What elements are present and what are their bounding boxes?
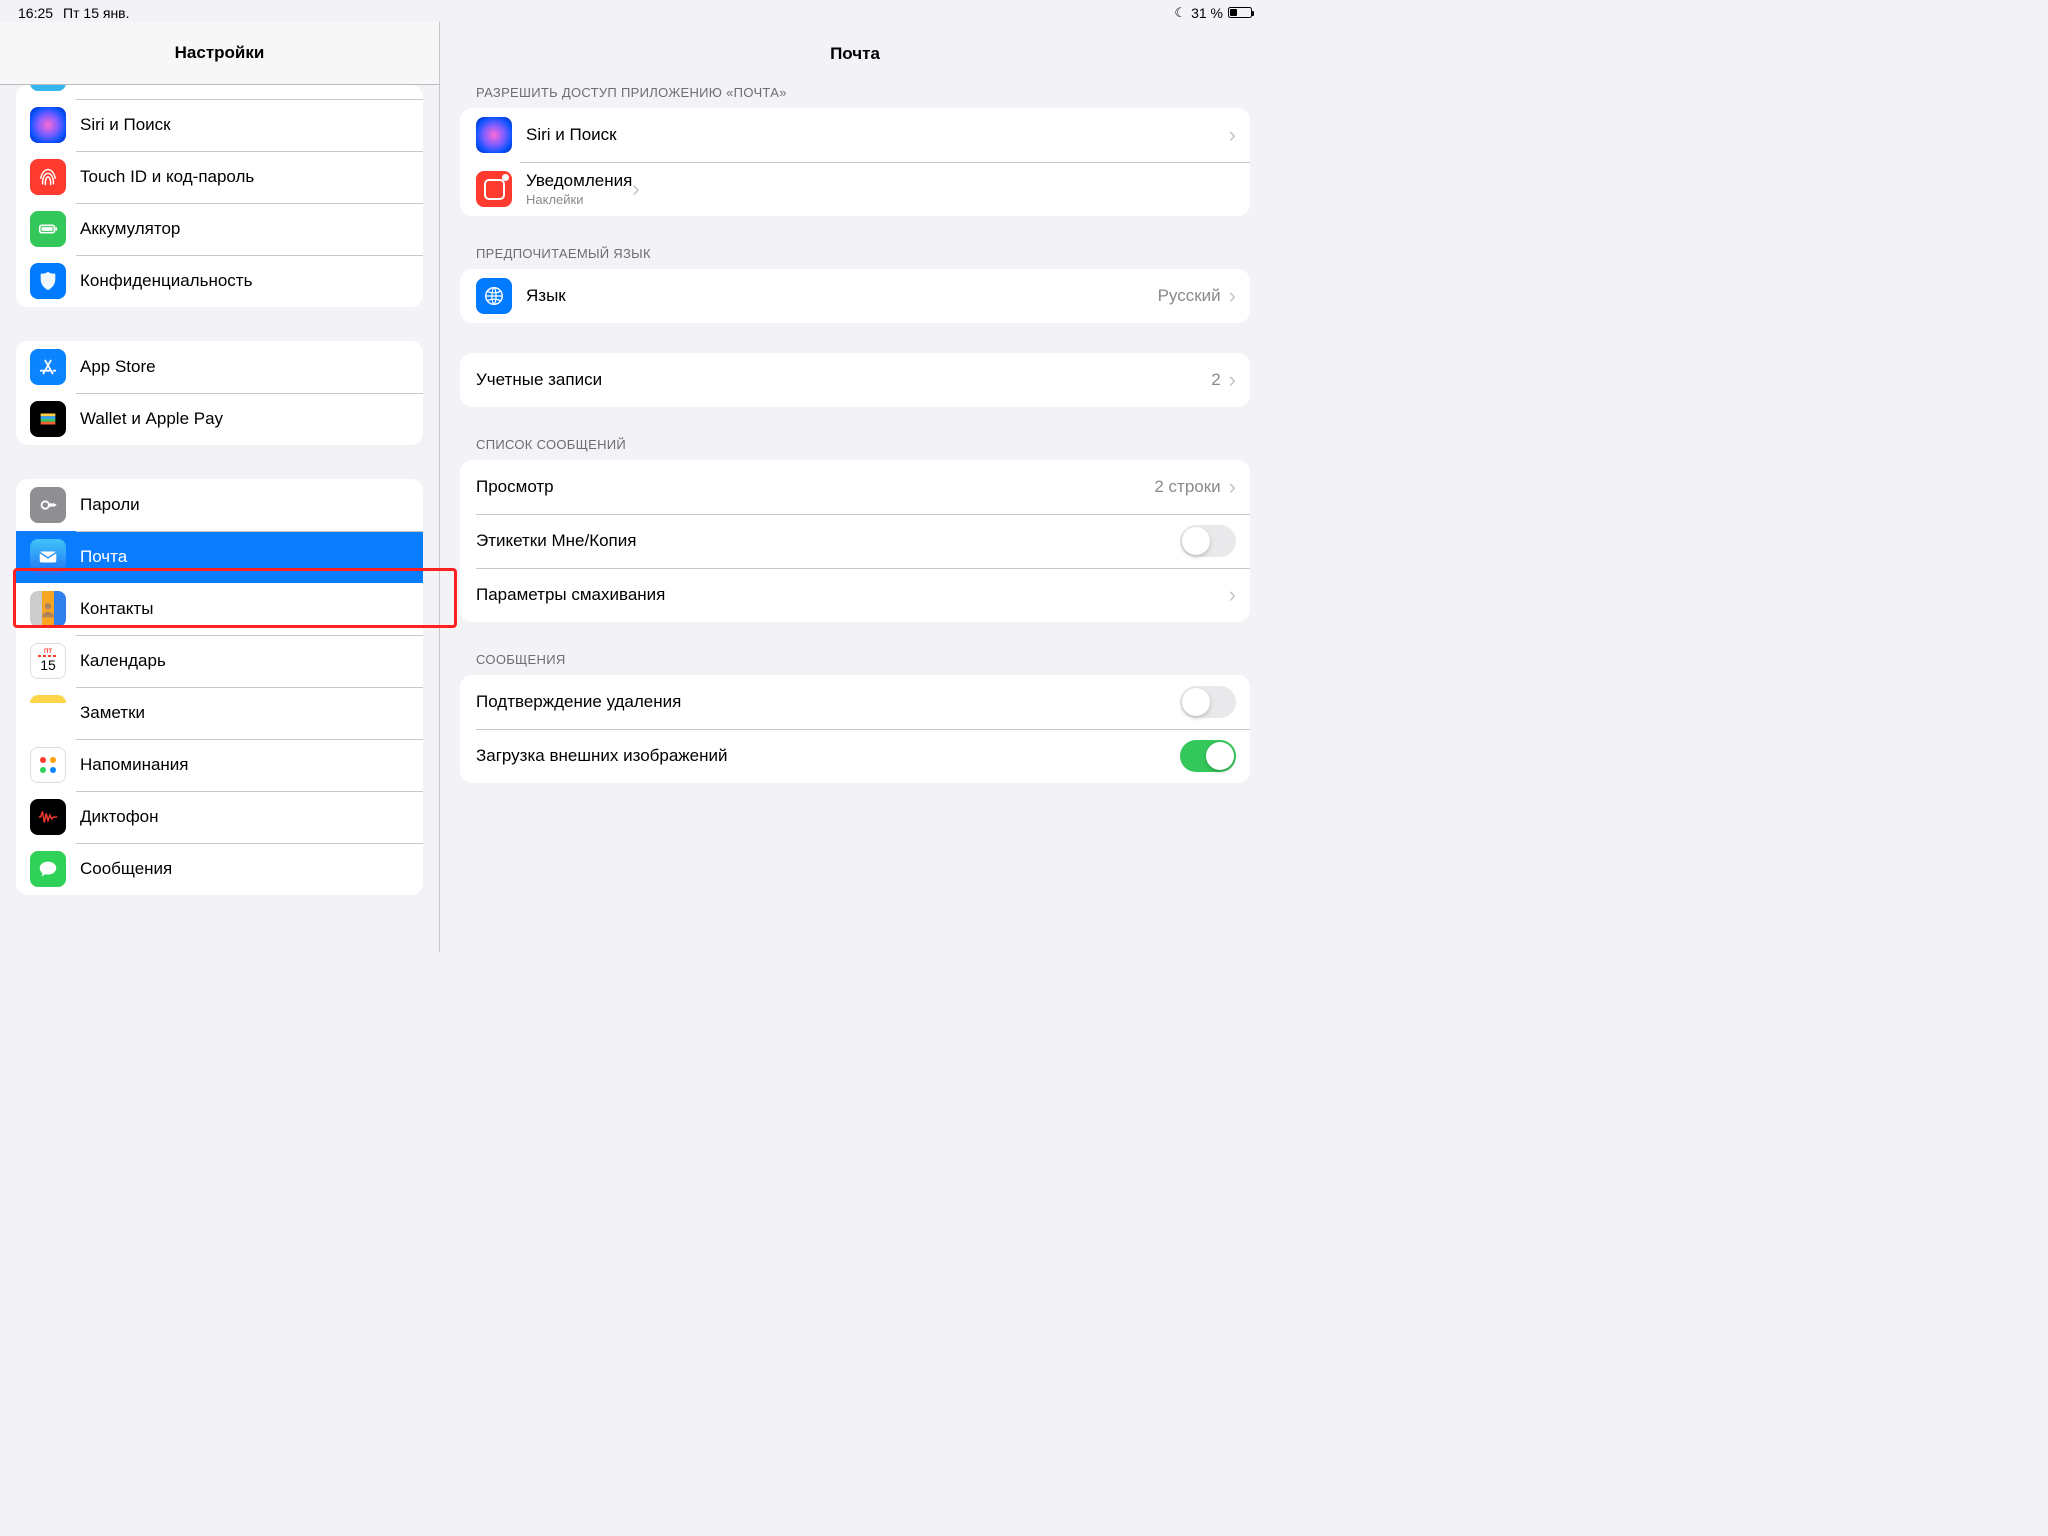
row-preview[interactable]: Просмотр 2 строки › <box>460 460 1250 514</box>
siri-icon <box>476 117 512 153</box>
section-header-messages: СООБЩЕНИЯ <box>460 652 1250 675</box>
section-header-language: ПРЕДПОЧИТАЕМЫЙ ЯЗЫК <box>460 246 1250 269</box>
sidebar-item-voicememos[interactable]: Диктофон <box>16 791 423 843</box>
sidebar-group-store: App Store Wallet и Apple Pay <box>16 341 423 445</box>
status-bar: 16:25 Пт 15 янв. ☾ 31 % <box>0 0 1270 22</box>
reminders-icon <box>30 747 66 783</box>
sidebar-group-apps: Пароли Почта Контакты ПТ <box>16 479 423 895</box>
row-swipe-options[interactable]: Параметры смахивания › <box>460 568 1250 622</box>
row-notifications[interactable]: Уведомления Наклейки › <box>460 162 1250 216</box>
group-language: Язык Русский › <box>460 269 1250 323</box>
group-accounts: Учетные записи 2 › <box>460 353 1250 407</box>
section-header-access: РАЗРЕШИТЬ ДОСТУП ПРИЛОЖЕНИЮ «ПОЧТА» <box>460 85 1250 108</box>
sidebar-item-siri[interactable]: Siri и Поиск <box>16 99 423 151</box>
switch-confirm-delete[interactable] <box>1180 686 1236 718</box>
sidebar-item-appstore[interactable]: App Store <box>16 341 423 393</box>
chevron-right-icon: › <box>1229 474 1236 500</box>
chevron-right-icon: › <box>1229 122 1236 148</box>
messages-icon <box>30 851 66 887</box>
chevron-right-icon: › <box>632 176 639 202</box>
settings-sidebar: Настройки ◉ Обои Siri и Поиск Touch ID и… <box>0 22 440 952</box>
chevron-right-icon: › <box>1229 582 1236 608</box>
passwords-icon <box>30 487 66 523</box>
globe-icon <box>476 278 512 314</box>
battery-icon <box>1228 7 1252 18</box>
sidebar-item-touchid[interactable]: Touch ID и код-пароль <box>16 151 423 203</box>
switch-to-cc[interactable] <box>1180 525 1236 557</box>
row-remote-images: Загрузка внешних изображений <box>460 729 1250 783</box>
sidebar-item-battery[interactable]: Аккумулятор <box>16 203 423 255</box>
row-accounts[interactable]: Учетные записи 2 › <box>460 353 1250 407</box>
group-messages: Подтверждение удаления Загрузка внешних … <box>460 675 1250 783</box>
wallpaper-icon: ◉ <box>30 85 66 91</box>
privacy-icon <box>30 263 66 299</box>
voicememos-icon <box>30 799 66 835</box>
notes-icon <box>30 695 66 731</box>
row-to-cc-labels: Этикетки Мне/Копия <box>460 514 1250 568</box>
battery-percent: 31 % <box>1191 5 1223 21</box>
group-access: Siri и Поиск › Уведомления Наклейки › <box>460 108 1250 216</box>
notifications-icon <box>476 171 512 207</box>
sidebar-item-wallet[interactable]: Wallet и Apple Pay <box>16 393 423 445</box>
sidebar-item-wallpaper[interactable]: ◉ Обои <box>16 85 423 99</box>
touchid-icon <box>30 159 66 195</box>
mail-icon <box>30 539 66 575</box>
sidebar-item-privacy[interactable]: Конфиденциальность <box>16 255 423 307</box>
calendar-icon: ПТ 15 <box>30 643 66 679</box>
group-message-list: Просмотр 2 строки › Этикетки Мне/Копия П… <box>460 460 1250 622</box>
row-language[interactable]: Язык Русский › <box>460 269 1250 323</box>
sidebar-item-mail[interactable]: Почта <box>16 531 423 583</box>
contacts-icon <box>30 591 66 627</box>
sidebar-item-passwords[interactable]: Пароли <box>16 479 423 531</box>
detail-title: Почта <box>440 22 1270 85</box>
siri-icon <box>30 107 66 143</box>
sidebar-item-calendar[interactable]: ПТ 15 Календарь <box>16 635 423 687</box>
row-confirm-delete: Подтверждение удаления <box>460 675 1250 729</box>
sidebar-item-notes[interactable]: Заметки <box>16 687 423 739</box>
battery-menu-icon <box>30 211 66 247</box>
status-date: Пт 15 янв. <box>63 5 129 21</box>
chevron-right-icon: › <box>1229 283 1236 309</box>
sidebar-item-contacts[interactable]: Контакты <box>16 583 423 635</box>
sidebar-title: Настройки <box>0 22 439 85</box>
switch-remote-images[interactable] <box>1180 740 1236 772</box>
section-header-msglist: СПИСОК СООБЩЕНИЙ <box>460 437 1250 460</box>
detail-pane: Почта РАЗРЕШИТЬ ДОСТУП ПРИЛОЖЕНИЮ «ПОЧТА… <box>440 22 1270 952</box>
chevron-right-icon: › <box>1229 367 1236 393</box>
status-time: 16:25 <box>18 5 53 21</box>
sidebar-item-reminders[interactable]: Напоминания <box>16 739 423 791</box>
sidebar-item-messages[interactable]: Сообщения <box>16 843 423 895</box>
sidebar-group-general: ◉ Обои Siri и Поиск Touch ID и код-парол… <box>16 85 423 307</box>
dnd-icon: ☾ <box>1174 5 1186 21</box>
wallet-icon <box>30 401 66 437</box>
appstore-icon <box>30 349 66 385</box>
row-siri-search[interactable]: Siri и Поиск › <box>460 108 1250 162</box>
